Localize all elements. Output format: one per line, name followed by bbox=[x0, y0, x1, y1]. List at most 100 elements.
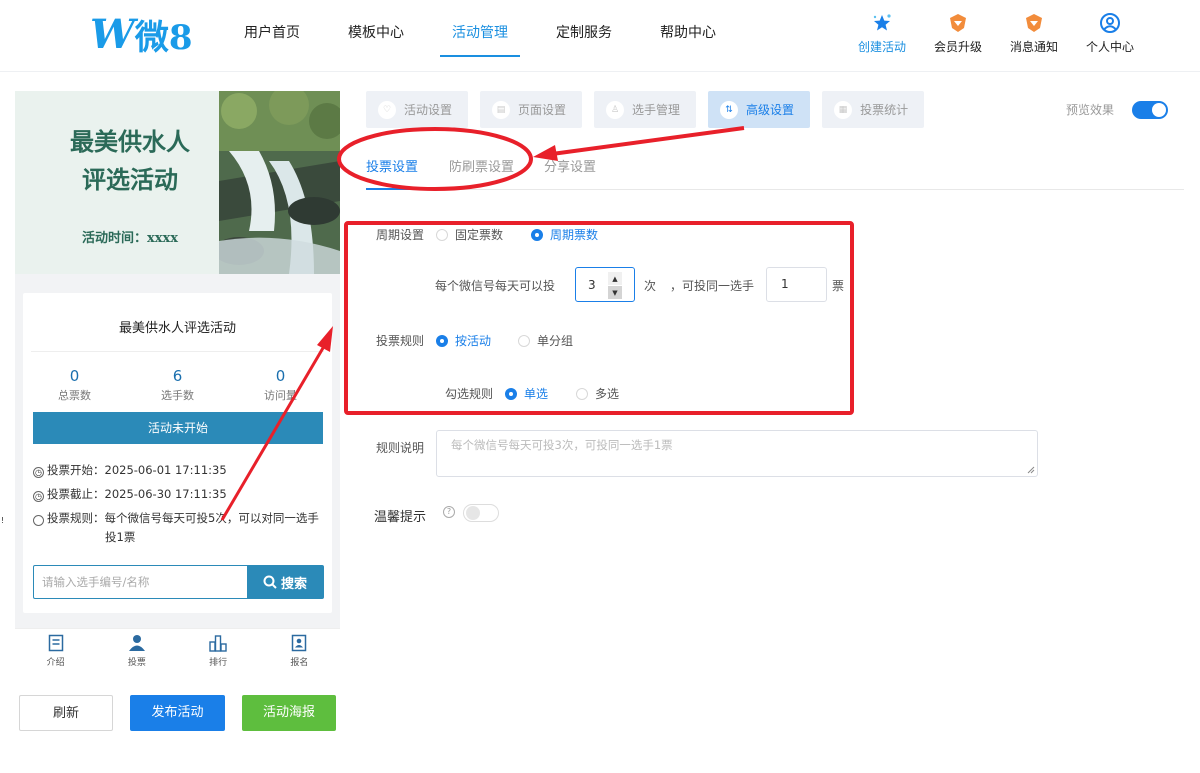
warm-tip-label: 温馨提示 bbox=[374, 510, 427, 525]
radio-dot bbox=[436, 334, 448, 347]
step-label: 活动设置 bbox=[404, 103, 453, 117]
radio-by-activity[interactable]: 按活动 bbox=[436, 332, 491, 349]
star-icon bbox=[844, 12, 920, 34]
toggle-knob bbox=[466, 506, 480, 520]
search-button[interactable]: 搜索 bbox=[247, 566, 323, 598]
step-label: 投票统计 bbox=[860, 103, 909, 117]
logo[interactable]: W 微8 bbox=[90, 10, 193, 58]
bell-icon bbox=[996, 12, 1072, 34]
activity-status-bar: 活动未开始 bbox=[33, 412, 323, 444]
tab-intro[interactable]: 介绍 bbox=[15, 629, 96, 676]
per-day-votes-input[interactable]: 3 ▲ ▼ bbox=[575, 267, 635, 302]
player-search-input[interactable] bbox=[34, 566, 247, 598]
tab-signup[interactable]: 报名 bbox=[259, 629, 340, 676]
stat-value: 0 bbox=[69, 367, 80, 385]
tab-vote[interactable]: 投票 bbox=[96, 629, 177, 676]
tab-intro-label: 介绍 bbox=[46, 658, 65, 668]
subtab-share-settings[interactable]: 分享设置 bbox=[544, 156, 596, 175]
app-root: W 微8 用户首页 模板中心 活动管理 定制服务 帮助中心 创建活动 会员升级 bbox=[0, 0, 1200, 773]
logo-text: 微8 bbox=[134, 17, 193, 58]
refresh-button[interactable]: 刷新 bbox=[19, 695, 113, 731]
same-player-label: ，可投同一选手 bbox=[670, 279, 755, 293]
vote-rule-label: 投票规则： bbox=[47, 511, 105, 525]
stat-players: 6 选手数 bbox=[126, 367, 229, 403]
create-activity-button[interactable]: 创建活动 bbox=[844, 12, 920, 55]
radio-fixed-votes[interactable]: 固定票数 bbox=[436, 226, 503, 243]
step-page-settings[interactable]: ▤ 页面设置 bbox=[480, 91, 583, 128]
resize-grip-icon[interactable] bbox=[1027, 466, 1035, 474]
card-title: 最美供水人评选活动 bbox=[118, 321, 236, 336]
publish-activity-button[interactable]: 发布活动 bbox=[130, 695, 225, 731]
preview-effect-toggle[interactable] bbox=[1132, 101, 1168, 119]
radio-dot bbox=[531, 228, 543, 241]
activity-card: 最美供水人评选活动 0 总票数 6 选手数 0 访问量 活动未开始 ◷ 投票开始：… bbox=[1, 293, 332, 613]
nav-custom-service[interactable]: 定制服务 bbox=[532, 0, 636, 72]
step-player-manage[interactable]: ♙ 选手管理 bbox=[594, 91, 697, 128]
stepper-up-icon[interactable]: ▲ bbox=[608, 272, 622, 285]
warm-tip-toggle[interactable] bbox=[463, 504, 499, 522]
info-icon: ! bbox=[1, 515, 44, 526]
step-activity-settings[interactable]: ♡ 活动设置 bbox=[366, 91, 469, 128]
user-icon bbox=[1072, 12, 1148, 34]
step-advanced-settings[interactable]: ⇅ 高级设置 bbox=[708, 91, 811, 128]
tab-vote-label: 投票 bbox=[127, 658, 146, 668]
toggle-knob bbox=[1152, 103, 1166, 117]
radio-label: 固定票数 bbox=[455, 228, 504, 242]
check-rule-label: 勾选规则 bbox=[445, 387, 494, 401]
vote-rule-value: 每个微信号每天可投5次，可以对同一选手投1票 bbox=[104, 511, 319, 544]
notifications-button[interactable]: 消息通知 bbox=[996, 12, 1072, 55]
search-button-label: 搜索 bbox=[280, 576, 307, 592]
shield-icon bbox=[920, 12, 996, 34]
subtab-vote-settings[interactable]: 投票设置 bbox=[366, 156, 419, 190]
stepper-down-icon[interactable]: ▼ bbox=[608, 286, 622, 299]
step-label: 高级设置 bbox=[746, 103, 795, 117]
help-icon[interactable]: ? bbox=[443, 506, 455, 518]
person-icon: ♙ bbox=[606, 100, 625, 119]
chart-icon: ▦ bbox=[834, 100, 853, 119]
radio-dot bbox=[576, 387, 588, 400]
number-stepper: ▲ ▼ bbox=[608, 272, 622, 299]
per-day-unit: 次 bbox=[644, 279, 657, 293]
vote-end-value: 2025-06-30 17:11:35 bbox=[104, 487, 227, 501]
member-upgrade-label: 会员升级 bbox=[933, 40, 982, 54]
vote-start-value: 2025-06-01 17:11:35 bbox=[104, 463, 227, 477]
clock-icon: ◷ bbox=[33, 491, 44, 502]
card-divider bbox=[31, 351, 324, 352]
radio-label: 多选 bbox=[595, 387, 620, 401]
radio-multi-select[interactable]: 多选 bbox=[576, 385, 619, 402]
stat-total-votes: 0 总票数 bbox=[23, 367, 126, 403]
rule-description-textarea[interactable]: 每个微信号每天可投3次，可投同一选手1票 bbox=[436, 430, 1038, 477]
same-player-unit: 票 bbox=[832, 279, 845, 293]
top-header: W 微8 用户首页 模板中心 活动管理 定制服务 帮助中心 创建活动 会员升级 bbox=[0, 0, 1200, 72]
banner-title-line2: 评选活动 bbox=[82, 165, 178, 194]
preview-effect-label: 预览效果 bbox=[1066, 103, 1115, 117]
radio-cycle-votes[interactable]: 周期票数 bbox=[531, 226, 598, 243]
personal-center-button[interactable]: 个人中心 bbox=[1072, 12, 1148, 55]
step-vote-stats[interactable]: ▦ 投票统计 bbox=[822, 91, 925, 128]
same-player-votes-input[interactable]: 1 bbox=[766, 267, 827, 302]
preview-tabbar: 介绍 投票 排行 报名 bbox=[15, 628, 340, 676]
main-nav: 用户首页 模板中心 活动管理 定制服务 帮助中心 bbox=[220, 0, 740, 72]
nav-template-center[interactable]: 模板中心 bbox=[324, 0, 428, 72]
step-label: 选手管理 bbox=[632, 103, 681, 117]
stat-label: 总票数 bbox=[58, 389, 91, 402]
stat-value: 6 bbox=[172, 367, 183, 385]
member-upgrade-button[interactable]: 会员升级 bbox=[920, 12, 996, 55]
intro-icon bbox=[15, 633, 96, 653]
nav-help-center[interactable]: 帮助中心 bbox=[636, 0, 740, 72]
logo-mark: W bbox=[90, 10, 135, 58]
vote-end-label: 投票截止： bbox=[47, 487, 105, 501]
step-label: 页面设置 bbox=[518, 103, 567, 117]
vote-start-label: 投票开始： bbox=[47, 463, 105, 477]
tab-rank[interactable]: 排行 bbox=[178, 629, 259, 676]
radio-single-group[interactable]: 单分组 bbox=[518, 332, 573, 349]
nav-activity-manage[interactable]: 活动管理 bbox=[428, 0, 532, 72]
stats-row: 0 总票数 6 选手数 0 访问量 bbox=[23, 367, 332, 403]
radio-dot bbox=[505, 387, 517, 400]
radio-single-select[interactable]: 单选 bbox=[505, 385, 548, 402]
subtab-anti-fraud[interactable]: 防刷票设置 bbox=[449, 156, 514, 175]
radio-dot bbox=[436, 228, 448, 241]
activity-poster-button[interactable]: 活动海报 bbox=[242, 695, 336, 731]
create-activity-label: 创建活动 bbox=[857, 40, 906, 54]
nav-user-home[interactable]: 用户首页 bbox=[220, 0, 324, 72]
